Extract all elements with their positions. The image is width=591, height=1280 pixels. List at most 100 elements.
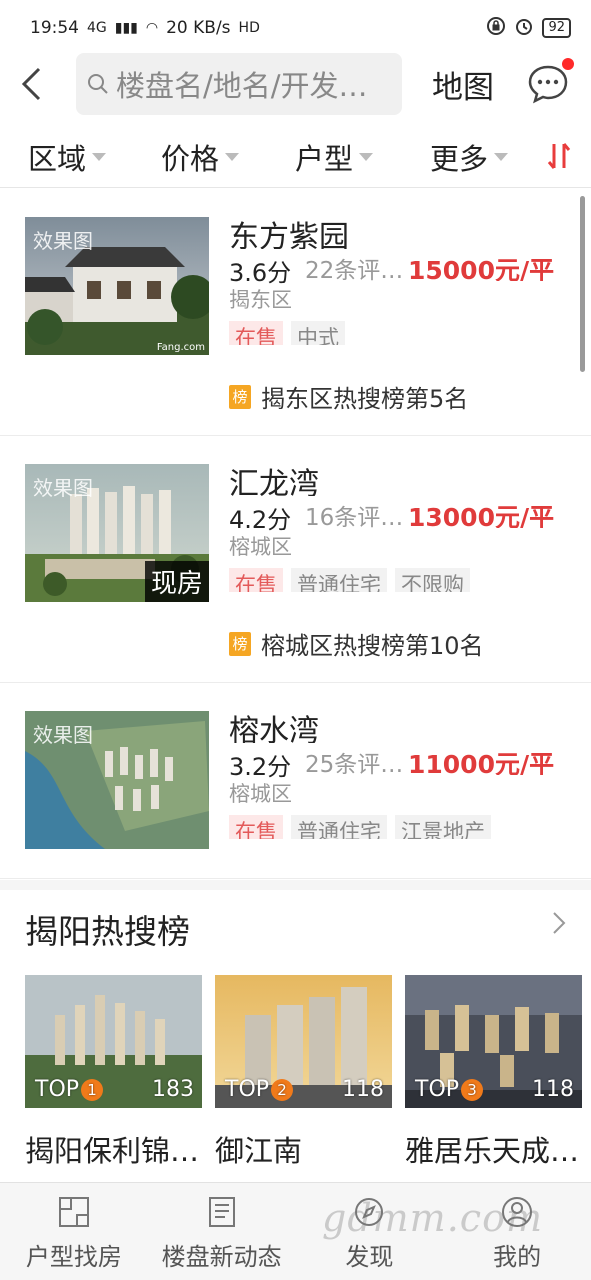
nav-news[interactable]: 楼盘新动态	[148, 1183, 296, 1280]
alarm-icon	[514, 16, 534, 41]
rank-text: 榕城区热搜榜第10名	[261, 632, 484, 660]
nav-label: 户型找房	[25, 1243, 122, 1271]
unread-dot	[562, 58, 574, 70]
rendering-label: 效果图	[33, 476, 93, 500]
lock-icon	[486, 16, 506, 41]
listing-price: 15000元/平	[408, 256, 555, 281]
listing-score: 4.2分	[229, 506, 292, 534]
fang-logo: Fang.com	[156, 342, 205, 353]
filter-region-label: 区域	[28, 141, 87, 176]
listing-tags: 在售 普通住宅 不限购	[229, 568, 470, 592]
map-button[interactable]: 地图	[432, 62, 494, 107]
chevron-right-icon[interactable]	[551, 910, 567, 943]
nav-label: 我的	[493, 1243, 542, 1271]
watermark: gdmm.com	[322, 1196, 543, 1240]
nav-label: 发现	[345, 1243, 394, 1271]
hd-icon: HD	[238, 20, 260, 36]
rendering-label: 效果图	[33, 229, 93, 253]
listing-name: 汇龙湾	[229, 467, 319, 496]
listing-district: 揭东区	[229, 288, 292, 309]
filter-region[interactable]: 区域	[28, 136, 107, 178]
back-button[interactable]	[0, 52, 62, 116]
filter-more[interactable]: 更多	[430, 136, 509, 178]
listing-district: 榕城区	[229, 782, 292, 803]
hot-item-name[interactable]: 揭阳保利锦…	[25, 1128, 205, 1170]
rank-number-badge: 2	[271, 1078, 294, 1101]
tag: 不限购	[395, 568, 470, 592]
ready-house-badge: 现房	[144, 561, 209, 602]
listing-reviews: 22条评…	[305, 258, 404, 284]
status-bar: 19:54 4G ▮▮▮ ◠ 20 KB/s HD 92	[0, 0, 591, 56]
filter-bar: 区域 价格 户型 更多	[0, 126, 591, 188]
filter-more-label: 更多	[430, 141, 489, 176]
listing-score: 3.2分	[229, 753, 292, 781]
nav-label: 楼盘新动态	[161, 1243, 282, 1271]
listing-tags: 在售 普通住宅 江景地产	[229, 815, 491, 839]
tag: 普通住宅	[291, 815, 387, 839]
top-text: TOP	[35, 1077, 80, 1102]
listing-name: 榕水湾	[229, 714, 319, 743]
sort-button[interactable]	[545, 140, 573, 179]
caret-down-icon	[359, 152, 374, 161]
hot-item-name[interactable]: 雅居乐天成…	[405, 1128, 585, 1170]
top-bar: 楼盘名/地名/开发… 地图	[0, 52, 591, 116]
listing-price: 13000元/平	[408, 503, 555, 528]
tag-on-sale: 在售	[229, 815, 283, 839]
listing-item[interactable]: 效果图 榕水湾 3.2分 25条评… 11000元/平 榕城区 在售 普通住宅 …	[0, 683, 591, 879]
top-text: TOP	[415, 1077, 460, 1102]
listing-item[interactable]: 效果图 现房 汇龙湾 4.2分 16条评… 13000元/平 榕城区 在售 普通…	[0, 436, 591, 683]
rendering-label: 效果图	[33, 723, 93, 747]
rank-info: 榜 榕城区热搜榜第10名	[229, 626, 484, 661]
listing-thumbnail: 效果图 Fang.com	[25, 217, 209, 355]
filter-layout[interactable]: 户型	[295, 136, 374, 178]
sort-icon	[547, 143, 571, 169]
signal-icon: ▮▮▮	[114, 20, 138, 36]
listing-reviews: 16条评…	[305, 505, 404, 531]
section-divider	[0, 880, 591, 890]
search-icon	[88, 74, 108, 94]
tag: 江景地产	[395, 815, 491, 839]
top-label: TOP 1	[35, 1077, 104, 1102]
floor-plan-icon	[58, 1197, 89, 1227]
tag: 普通住宅	[291, 568, 387, 592]
listing-item[interactable]: 效果图 Fang.com 东方紫园 3.6分 22条评… 15000元/平 揭东…	[0, 189, 591, 436]
tag-on-sale: 在售	[229, 568, 283, 592]
filter-price[interactable]: 价格	[161, 136, 240, 178]
rank-info: 榜 揭东区热搜榜第5名	[229, 379, 468, 414]
wifi-icon: ◠	[145, 20, 159, 36]
hot-card[interactable]: TOP 2 118	[215, 975, 392, 1108]
top-label: TOP 3	[415, 1077, 484, 1102]
listing-thumbnail: 效果图 现房	[25, 464, 209, 602]
top-label: TOP 2	[225, 1077, 294, 1102]
chevron-left-icon	[21, 67, 41, 101]
hot-card[interactable]: TOP 3 118	[405, 975, 582, 1108]
filter-price-label: 价格	[161, 141, 220, 176]
caret-down-icon	[92, 152, 107, 161]
rank-number-badge: 3	[461, 1078, 484, 1101]
rank-text: 揭东区热搜榜第5名	[261, 385, 469, 413]
search-input[interactable]: 楼盘名/地名/开发…	[76, 53, 402, 115]
status-time: 19:54	[30, 18, 79, 38]
network-4g-icon: 4G	[87, 20, 107, 36]
rank-number-badge: 1	[81, 1078, 104, 1101]
hot-count: 118	[532, 1077, 574, 1102]
caret-down-icon	[225, 152, 240, 161]
tag-on-sale: 在售	[229, 321, 283, 345]
hot-ranking-title: 揭阳热搜榜	[25, 912, 190, 951]
hot-count: 118	[342, 1077, 384, 1102]
listing-price: 11000元/平	[408, 750, 555, 775]
listing-reviews: 25条评…	[305, 752, 404, 778]
document-icon	[208, 1197, 235, 1227]
battery-indicator: 92	[542, 18, 571, 38]
listing-name: 东方紫园	[229, 220, 349, 249]
top-text: TOP	[225, 1077, 270, 1102]
search-placeholder: 楼盘名/地名/开发…	[116, 69, 368, 103]
listing-tags: 在售 中式	[229, 321, 345, 345]
message-button[interactable]	[526, 58, 574, 106]
network-speed: 20 KB/s	[166, 18, 231, 38]
hot-count: 183	[152, 1077, 194, 1102]
hot-item-name[interactable]: 御江南	[215, 1128, 395, 1170]
hot-card[interactable]: TOP 1 183	[25, 975, 202, 1108]
caret-down-icon	[494, 152, 509, 161]
nav-floor-plan[interactable]: 户型找房	[0, 1183, 148, 1280]
